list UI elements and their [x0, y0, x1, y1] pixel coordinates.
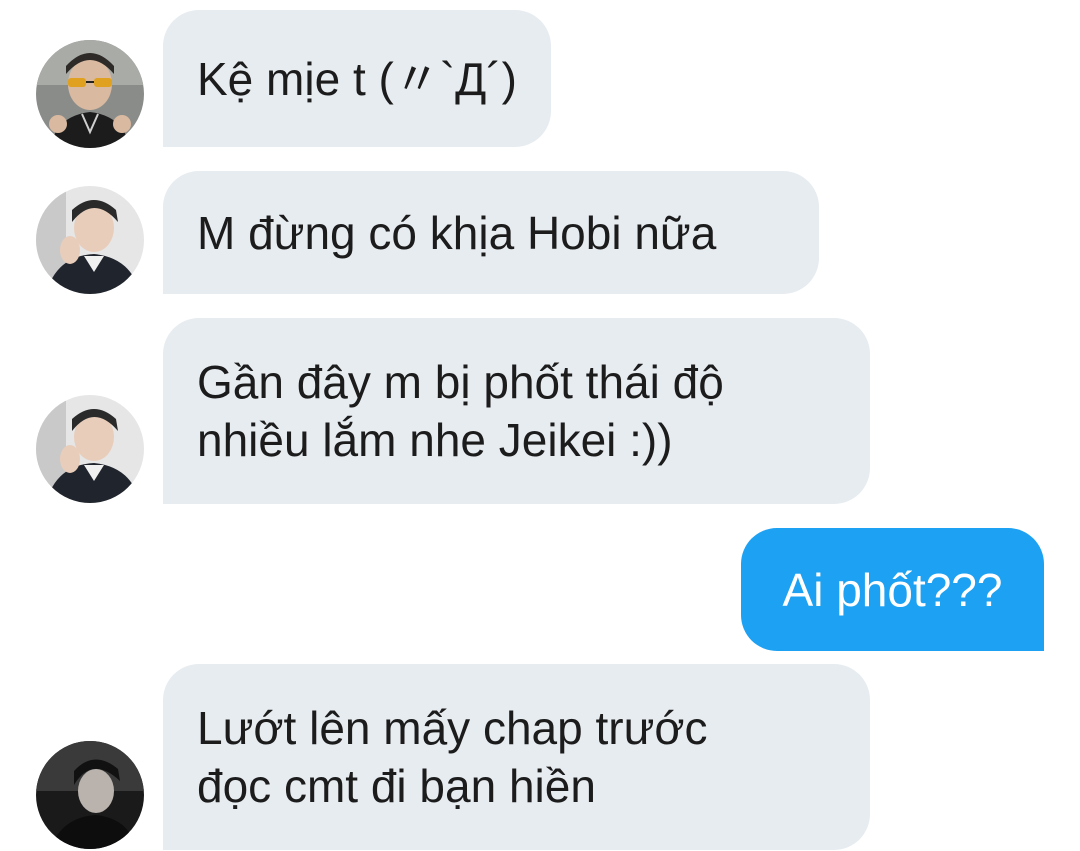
message-bubble-incoming[interactable]: Lướt lên mấy chap trước đọc cmt đi bạn h…	[163, 664, 870, 850]
message-text: Ai phốt???	[782, 563, 1003, 616]
message-bubble-outgoing[interactable]: Ai phốt???	[741, 528, 1044, 651]
avatar-user-suit-icon[interactable]	[36, 395, 144, 503]
message-text: Lướt lên mấy chap trước đọc cmt đi bạn h…	[197, 702, 708, 812]
message-text: Gần đây m bị phốt thái độ nhiều lắm nhe …	[197, 356, 724, 466]
avatar-user-suit-icon[interactable]	[36, 186, 144, 294]
message-bubble-incoming[interactable]: Kệ mịe t (〃`Д´)	[163, 10, 551, 147]
message-bubble-incoming[interactable]: Gần đây m bị phốt thái độ nhiều lắm nhe …	[163, 318, 870, 504]
message-bubble-incoming[interactable]: M đừng có khịa Hobi nữa	[163, 171, 819, 294]
avatar-user-glasses-icon[interactable]	[36, 40, 144, 148]
message-text: M đừng có khịa Hobi nữa	[197, 206, 717, 259]
avatar-user-dark-icon[interactable]	[36, 741, 144, 849]
message-text: Kệ mịe t (〃`Д´)	[197, 52, 517, 105]
